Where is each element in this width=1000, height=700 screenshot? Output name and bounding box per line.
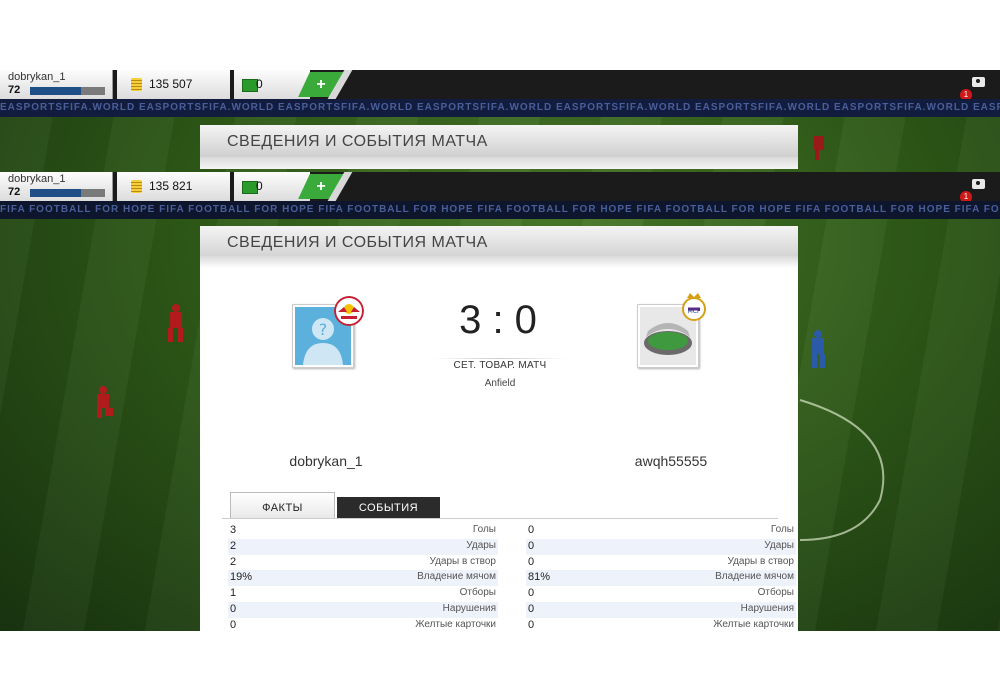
xp-progress-fill (30, 189, 81, 197)
stat-label: Удары (466, 539, 496, 551)
coins-value: 135 507 (149, 77, 193, 91)
coins-box[interactable]: 135 507 (117, 70, 230, 99)
match-type: СЕТ. ТОВАР. МАТЧ (453, 360, 547, 371)
panel-shade (200, 256, 798, 268)
stat-value: 0 (528, 555, 535, 568)
fifa-points-value: 0 (256, 179, 263, 193)
sponsor-ticker: FIFA FOOTBALL FOR HOPE FIFA FOOTBALL FOR… (0, 201, 1000, 219)
xp-progress-bar (30, 189, 105, 197)
stat-value: 0 (528, 618, 535, 631)
tabs-underline (222, 518, 778, 519)
coins-icon (131, 78, 142, 91)
level-label: 72 (8, 84, 21, 96)
top-bar-2: dobrykan_1 72 135 821 0 + 1 (0, 172, 1000, 203)
stat-row: 0 Удары в створ (526, 555, 796, 571)
stat-value: 0 (528, 539, 535, 552)
stat-label: Владение мячом (715, 571, 794, 583)
xp-progress-bar (30, 87, 105, 95)
stat-label: Удары в створ (727, 555, 795, 567)
coins-icon (131, 180, 142, 193)
stat-row: 2 Удары в створ (228, 555, 498, 571)
panel-edge (200, 157, 798, 169)
username-label: dobrykan_1 (8, 173, 66, 185)
stat-value: 2 (230, 555, 237, 568)
camera-icon[interactable] (972, 77, 985, 87)
stat-value: 3 (230, 524, 237, 536)
red-player-2 (97, 386, 113, 418)
sponsor-ticker: EASPORTSFIFA.WORLD EASPORTSFIFA.WORLD EA… (0, 99, 1000, 117)
level-label: 72 (8, 186, 21, 198)
stat-row: 0 Удары (526, 538, 796, 555)
stat-label: Отборы (757, 587, 794, 599)
stat-label: Желтые карточки (713, 618, 794, 630)
stat-row: 3 Голы (228, 523, 498, 539)
tab-facts[interactable]: ФАКТЫ (230, 492, 335, 519)
stat-row: 0 Желтые карточки (228, 618, 498, 631)
panel-title: СВЕДЕНИЯ И СОБЫТИЯ МАТЧА (227, 133, 488, 150)
stat-value: 2 (230, 539, 237, 552)
user-info-box[interactable]: dobrykan_1 72 (0, 70, 113, 99)
sponsor-ticker-text: FIFA FOOTBALL FOR HOPE FIFA FOOTBALL FOR… (0, 204, 1000, 215)
stat-value: 0 (230, 602, 237, 615)
stat-row: 19% Владение мячом (228, 570, 498, 587)
stat-row: 1 Отборы (228, 586, 498, 602)
red-player-1 (168, 304, 183, 342)
stat-row: 0 Отборы (526, 586, 796, 602)
panel-title: СВЕДЕНИЯ И СОБЫТИЯ МАТЧА (227, 234, 488, 251)
svg-text:MCF: MCF (688, 308, 701, 315)
stat-row: 81% Владение мячом (526, 570, 796, 587)
stat-value: 0 (528, 587, 535, 600)
home-stats-table: 3 Голы 2 Удары 2 Удары в створ 19% Владение мяч… (228, 523, 498, 631)
stat-label: Нарушения (740, 602, 794, 614)
match-venue: Anfield (484, 378, 516, 389)
match-score: 3 : 0 (459, 298, 537, 342)
match-details-panel: ? dobrykan_1 3 : 0 СЕТ. ТОВАР. МАТЧ Anfi… (200, 256, 798, 631)
stat-label: Желтые карточки (415, 618, 496, 630)
stat-label: Удары (764, 539, 794, 551)
stat-value: 0 (528, 602, 535, 615)
xp-progress-fill (30, 87, 81, 95)
top-bar-1: dobrykan_1 72 135 507 0 + 1 (0, 70, 1000, 101)
stat-value: 19% (230, 571, 253, 584)
plus-icon: + (316, 178, 326, 195)
coins-box[interactable]: 135 821 (117, 172, 230, 201)
stat-label: Владение мячом (417, 571, 496, 583)
username-label: dobrykan_1 (8, 71, 66, 83)
game-screenshot: dobrykan_1 72 135 507 0 + 1 EASPORTSFIFA… (0, 70, 1000, 631)
stat-value: 81% (528, 571, 551, 584)
fifa-points-value: 0 (256, 77, 263, 91)
stat-row: 0 Голы (526, 523, 796, 539)
stat-row: 0 Желтые карточки (526, 618, 796, 631)
stat-value: 0 (230, 618, 237, 631)
svg-text:?: ? (319, 320, 328, 339)
stat-label: Отборы (459, 587, 496, 599)
coins-value: 135 821 (149, 179, 193, 193)
stat-value: 1 (230, 587, 237, 600)
sponsor-ticker-text: EASPORTSFIFA.WORLD EASPORTSFIFA.WORLD EA… (0, 102, 1000, 113)
stat-label: Нарушения (442, 602, 496, 614)
home-player-name[interactable]: dobrykan_1 (246, 453, 406, 469)
stat-label: Удары в створ (429, 555, 497, 567)
plus-icon: + (316, 76, 326, 93)
camera-icon[interactable] (972, 179, 985, 189)
user-info-box[interactable]: dobrykan_1 72 (0, 172, 113, 201)
stat-row: 0 Нарушения (228, 601, 498, 618)
score-divider (432, 358, 568, 359)
blue-player (812, 330, 825, 368)
red-bull-badge-icon (334, 296, 364, 326)
red-player-3 (814, 136, 824, 160)
match-info-header: СВЕДЕНИЯ И СОБЫТИЯ МАТЧА (200, 125, 798, 157)
stat-row: 2 Удары (228, 538, 498, 555)
stat-label: Голы (472, 524, 496, 535)
stat-row: 0 Нарушения (526, 601, 796, 618)
away-stats-table: 0 Голы 0 Удары 0 Удары в створ 81% Владение мяч… (526, 523, 796, 631)
real-madrid-badge-icon: MCF (682, 293, 706, 321)
stat-label: Голы (770, 524, 794, 535)
away-player-name[interactable]: awqh55555 (591, 453, 751, 469)
stat-value: 0 (528, 524, 535, 536)
tab-events[interactable]: СОБЫТИЯ (337, 497, 440, 518)
